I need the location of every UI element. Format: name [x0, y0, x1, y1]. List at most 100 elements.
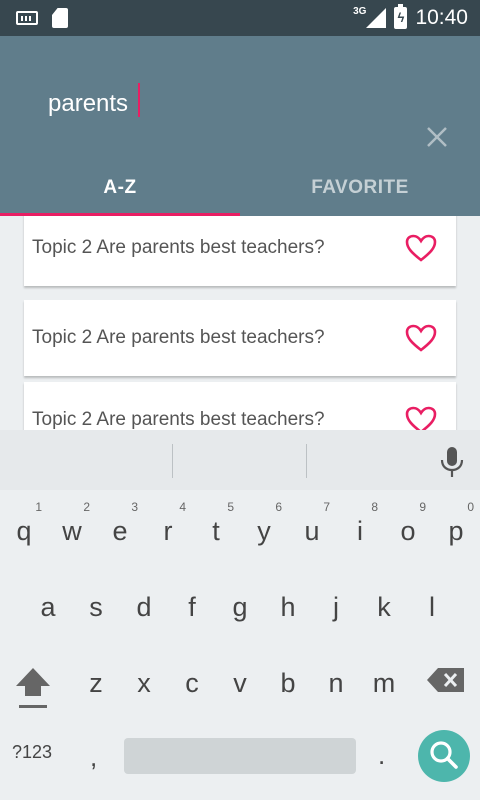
text-caret: [138, 83, 140, 117]
microphone-icon[interactable]: [438, 446, 466, 478]
key-label: j: [333, 592, 339, 622]
list-item[interactable]: Topic 2 Are parents best teachers?: [24, 382, 456, 430]
key-u[interactable]: u7: [288, 498, 336, 562]
key-b[interactable]: b: [264, 650, 312, 714]
key-label: i: [357, 516, 363, 546]
key-f[interactable]: f: [168, 574, 216, 638]
key-number-hint: 6: [275, 500, 282, 514]
tab-a-z[interactable]: A-Z: [0, 160, 240, 216]
status-bar: 3G 10:40: [0, 0, 480, 36]
key-t[interactable]: t5: [192, 498, 240, 562]
space-key[interactable]: [124, 738, 356, 774]
key-label: y: [257, 516, 271, 546]
key-label: a: [40, 592, 56, 622]
key-label: b: [280, 668, 296, 698]
key-label: u: [304, 516, 320, 546]
search-key[interactable]: [418, 730, 470, 782]
network-type: 3G: [353, 5, 367, 17]
key-label: w: [62, 516, 82, 546]
sd-card-icon: [52, 8, 68, 28]
search-icon: [430, 741, 458, 769]
key-w[interactable]: w2: [48, 498, 96, 562]
list-item[interactable]: Topic 2 Are parents best teachers?: [24, 216, 456, 286]
symbols-key[interactable]: ?123: [12, 742, 52, 763]
key-label: v: [233, 668, 247, 698]
key-label: p: [448, 516, 464, 546]
key-label: r: [163, 516, 173, 546]
key-v[interactable]: v: [216, 650, 264, 714]
key-label: c: [185, 668, 199, 698]
key-h[interactable]: h: [264, 574, 312, 638]
key-number-hint: 3: [131, 500, 138, 514]
key-a[interactable]: a: [24, 574, 72, 638]
suggestion-bar: [0, 430, 480, 490]
results-list: Topic 2 Are parents best teachers? Topic…: [0, 216, 480, 430]
key-number-hint: 4: [179, 500, 186, 514]
key-i[interactable]: i8: [336, 498, 384, 562]
key-number-hint: 7: [323, 500, 330, 514]
key-number-hint: 8: [371, 500, 378, 514]
keyboard-icon: [16, 11, 38, 25]
comma-key[interactable]: ,: [90, 742, 97, 773]
tab-bar: A-Z FAVORITE: [0, 160, 480, 216]
key-y[interactable]: y6: [240, 498, 288, 562]
key-label: k: [377, 592, 391, 622]
tab-label: FAVORITE: [311, 177, 409, 198]
key-o[interactable]: o9: [384, 498, 432, 562]
key-j[interactable]: j: [312, 574, 360, 638]
key-number-hint: 5: [227, 500, 234, 514]
key-label: o: [400, 516, 416, 546]
key-p[interactable]: p0: [432, 498, 480, 562]
key-d[interactable]: d: [120, 574, 168, 638]
key-label: x: [137, 668, 151, 698]
soft-keyboard: q1w2e3r4t5y6u7i8o9p0 asdfghjkl zxcvbnm ?…: [0, 430, 480, 800]
key-number-hint: 9: [419, 500, 426, 514]
shift-icon[interactable]: [14, 664, 52, 710]
key-c[interactable]: c: [168, 650, 216, 714]
list-item[interactable]: Topic 2 Are parents best teachers?: [24, 300, 456, 376]
key-label: g: [232, 592, 248, 622]
backspace-icon[interactable]: [426, 666, 466, 694]
key-label: m: [372, 668, 396, 698]
suggestion-divider: [172, 444, 173, 478]
key-q[interactable]: q1: [0, 498, 48, 562]
key-label: e: [112, 516, 128, 546]
signal-icon: [366, 8, 387, 28]
key-label: s: [89, 592, 103, 622]
tab-favorite[interactable]: FAVORITE: [240, 160, 480, 216]
heart-outline-icon[interactable]: [404, 233, 438, 263]
key-label: t: [212, 516, 220, 546]
key-s[interactable]: s: [72, 574, 120, 638]
period-key[interactable]: .: [378, 740, 385, 771]
heart-outline-icon[interactable]: [404, 323, 438, 353]
key-label: n: [328, 668, 344, 698]
key-x[interactable]: x: [120, 650, 168, 714]
key-label: h: [280, 592, 296, 622]
list-item-title: Topic 2 Are parents best teachers?: [32, 327, 325, 348]
close-icon[interactable]: [422, 122, 452, 152]
key-number-hint: 1: [35, 500, 42, 514]
key-l[interactable]: l: [408, 574, 456, 638]
key-k[interactable]: k: [360, 574, 408, 638]
key-label: l: [429, 592, 435, 622]
list-item-title: Topic 2 Are parents best teachers?: [32, 237, 325, 258]
battery-charging-icon: [394, 4, 408, 29]
key-label: d: [136, 592, 152, 622]
search-input[interactable]: [48, 84, 388, 124]
heart-outline-icon[interactable]: [404, 405, 438, 430]
tab-label: A-Z: [103, 177, 137, 198]
key-z[interactable]: z: [72, 650, 120, 714]
list-item-title: Topic 2 Are parents best teachers?: [32, 409, 325, 430]
key-label: q: [16, 516, 32, 546]
app-bar: A-Z FAVORITE: [0, 36, 480, 216]
key-m[interactable]: m: [360, 650, 408, 714]
key-number-hint: 2: [83, 500, 90, 514]
key-g[interactable]: g: [216, 574, 264, 638]
clock: 10:40: [415, 6, 468, 29]
suggestion-divider: [306, 444, 307, 478]
key-r[interactable]: r4: [144, 498, 192, 562]
key-n[interactable]: n: [312, 650, 360, 714]
key-e[interactable]: e3: [96, 498, 144, 562]
key-label: z: [89, 668, 103, 698]
key-number-hint: 0: [467, 500, 474, 514]
